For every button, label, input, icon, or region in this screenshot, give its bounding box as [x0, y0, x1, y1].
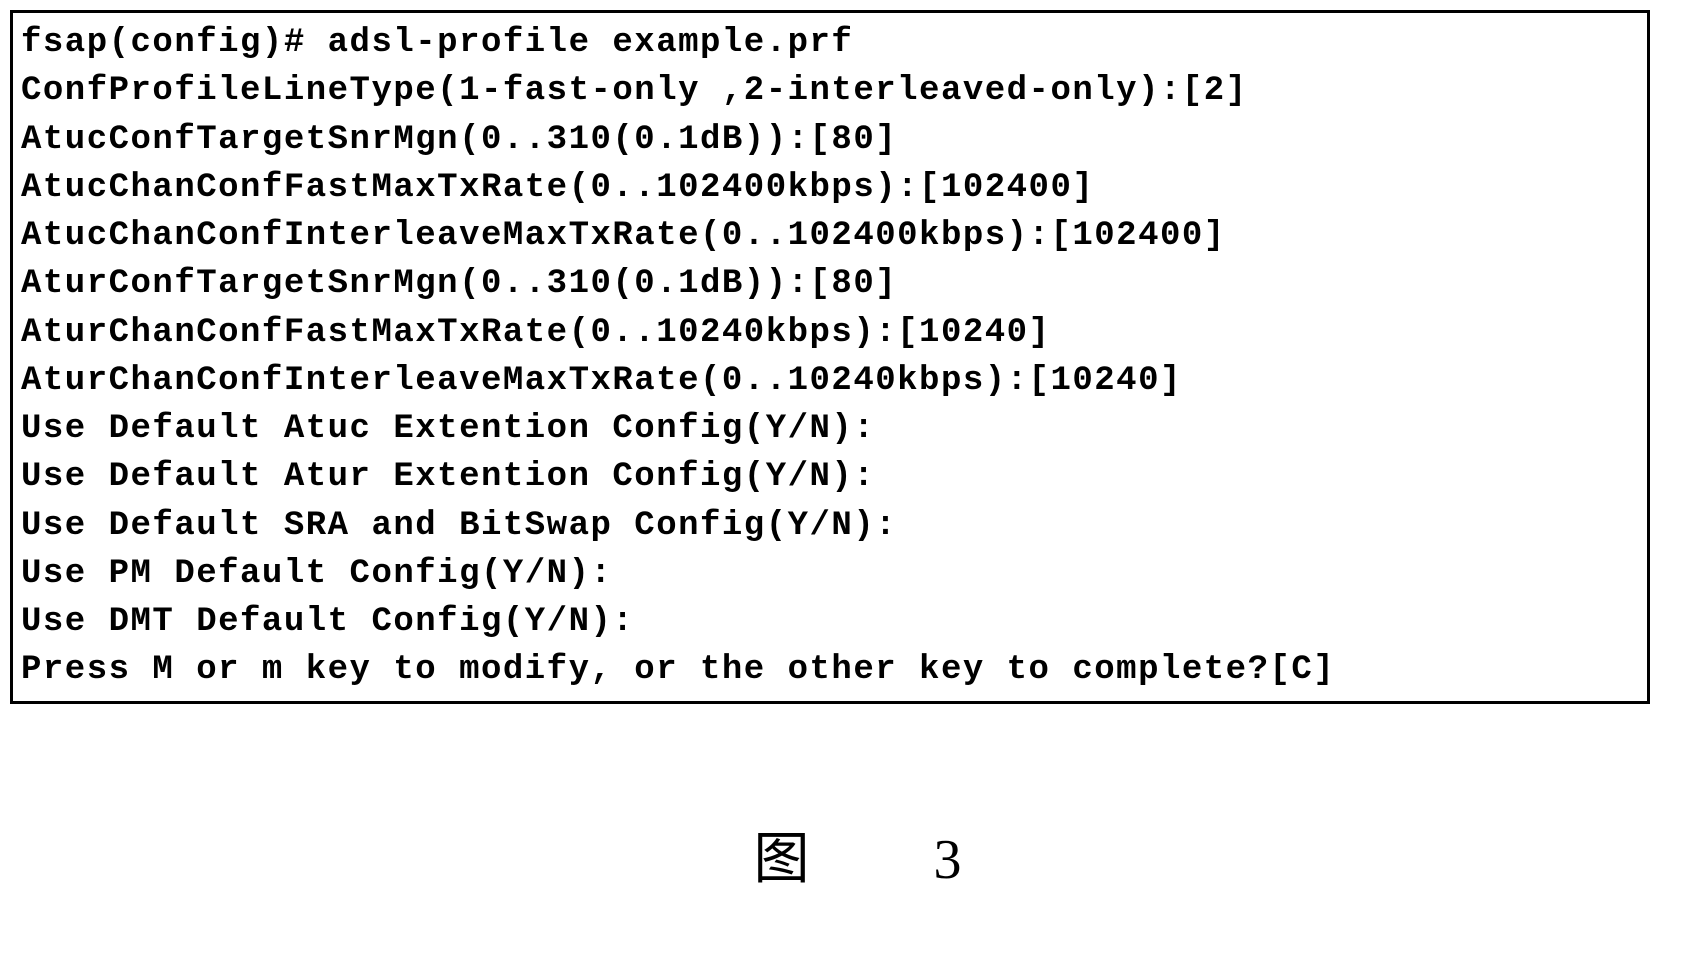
- terminal-line: ConfProfileLineType(1-fast-only ,2-inter…: [21, 67, 1639, 115]
- terminal-line: fsap(config)# adsl-profile example.prf: [21, 19, 1639, 67]
- terminal-line: AturChanConfFastMaxTxRate(0..10240kbps):…: [21, 309, 1639, 357]
- terminal-line: Use DMT Default Config(Y/N):: [21, 598, 1639, 646]
- terminal-line: AtucConfTargetSnrMgn(0..310(0.1dB)):[80]: [21, 116, 1639, 164]
- terminal-line: Use PM Default Config(Y/N):: [21, 550, 1639, 598]
- terminal-line: AtucChanConfInterleaveMaxTxRate(0..10240…: [21, 212, 1639, 260]
- terminal-line: AturChanConfInterleaveMaxTxRate(0..10240…: [21, 357, 1639, 405]
- terminal-line: AturConfTargetSnrMgn(0..310(0.1dB)):[80]: [21, 260, 1639, 308]
- terminal-line: AtucChanConfFastMaxTxRate(0..102400kbps)…: [21, 164, 1639, 212]
- terminal-line: Use Default Atur Extention Config(Y/N):: [21, 453, 1639, 501]
- terminal-line: Use Default SRA and BitSwap Config(Y/N):: [21, 502, 1639, 550]
- figure-caption: 图 3: [10, 814, 1690, 895]
- terminal-line: Press M or m key to modify, or the other…: [21, 646, 1639, 694]
- terminal-line: Use Default Atuc Extention Config(Y/N):: [21, 405, 1639, 453]
- terminal-output-box: fsap(config)# adsl-profile example.prf C…: [10, 10, 1650, 704]
